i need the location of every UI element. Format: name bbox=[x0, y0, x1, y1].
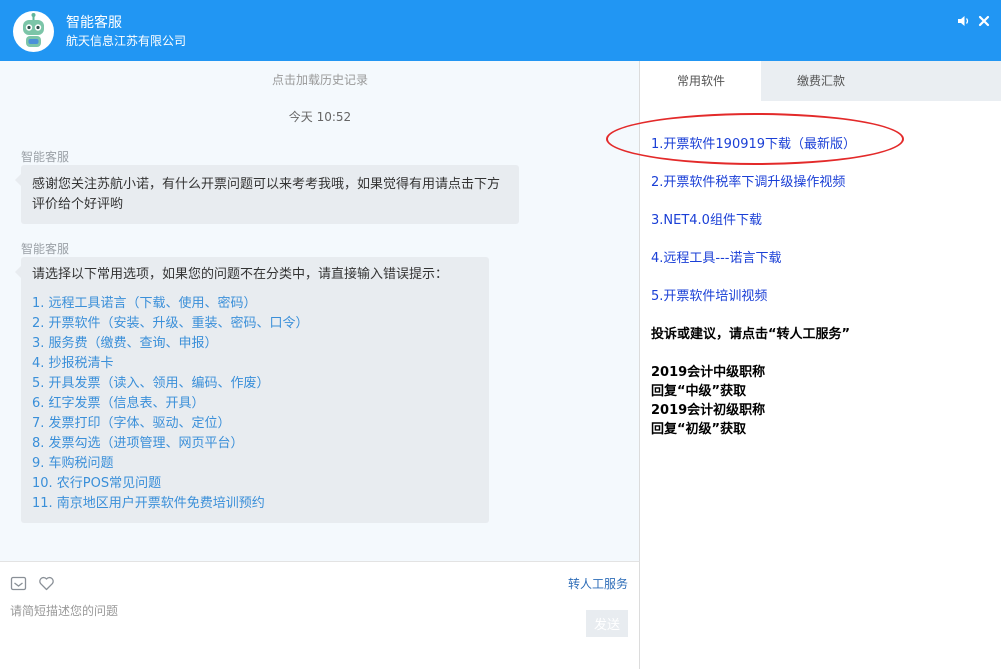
note-line: 2019会计初级职称 bbox=[651, 403, 766, 418]
company-name: 航天信息江苏有限公司 bbox=[66, 34, 187, 48]
message-text: 感谢您关注苏航小诺，有什么开票问题可以来考考我哦，如果觉得有用请点击下方评价给个… bbox=[32, 177, 501, 212]
link-training-video[interactable]: 5.开票软件培训视频 bbox=[651, 285, 767, 304]
close-icon[interactable] bbox=[977, 14, 991, 28]
link-remote-tool-download[interactable]: 4.远程工具---诺言下载 bbox=[651, 247, 781, 266]
message-sender: 智能客服 bbox=[21, 150, 70, 164]
rating-envelope-icon[interactable] bbox=[10, 575, 27, 592]
message-sender: 智能客服 bbox=[21, 242, 70, 256]
message-timestamp: 今天 10:52 bbox=[288, 110, 352, 124]
option-red-invoice[interactable]: 6. 红字发票（信息表、开具） bbox=[32, 394, 479, 414]
send-button[interactable]: 发送 bbox=[586, 610, 628, 637]
note-line: 2019会计中级职称 bbox=[651, 365, 766, 380]
message-composer: 转人工服务 发送 bbox=[0, 561, 640, 669]
options-bubble: 请选择以下常用选项，如果您的问题不在分类中，请直接输入错误提示： 1. 远程工具… bbox=[15, 257, 489, 523]
note-line: 回复“中级”获取 bbox=[651, 384, 747, 399]
option-invoice-check[interactable]: 8. 发票勾选（进项管理、网页平台） bbox=[32, 434, 479, 454]
chat-area[interactable]: 点击加载历史记录 今天 10:52 智能客服 感谢您关注苏航小诺，有什么开票问题… bbox=[0, 61, 640, 561]
option-abc-pos[interactable]: 10. 农行POS常见问题 bbox=[32, 474, 479, 494]
tab-common-software[interactable]: 常用软件 bbox=[641, 61, 761, 101]
heart-icon[interactable] bbox=[38, 575, 55, 592]
load-history-link[interactable]: 点击加载历史记录 bbox=[0, 71, 640, 88]
side-panel: 常用软件 缴费汇款 1.开票软件190919下载（最新版） 2.开票软件税率下调… bbox=[641, 61, 1001, 669]
link-software-download[interactable]: 1.开票软件190919下载（最新版） bbox=[651, 133, 856, 152]
robot-avatar bbox=[13, 11, 54, 52]
chat-title: 智能客服 bbox=[66, 15, 122, 31]
option-invoice-print[interactable]: 7. 发票打印（字体、驱动、定位） bbox=[32, 414, 479, 434]
options-intro: 请选择以下常用选项，如果您的问题不在分类中，请直接输入错误提示： bbox=[32, 267, 449, 282]
transfer-to-agent-link[interactable]: 转人工服务 bbox=[568, 575, 628, 592]
option-issue-invoice[interactable]: 5. 开具发票（读入、领用、编码、作废） bbox=[32, 374, 479, 394]
header-bar: 智能客服 航天信息江苏有限公司 bbox=[0, 0, 1001, 61]
option-vehicle-tax[interactable]: 9. 车购税问题 bbox=[32, 454, 479, 474]
link-tax-rate-video[interactable]: 2.开票软件税率下调升级操作视频 bbox=[651, 171, 845, 190]
option-nanjing-training[interactable]: 11. 南京地区用户开票软件免费培训预约 bbox=[32, 494, 479, 514]
option-tax-filing[interactable]: 4. 抄报税清卡 bbox=[32, 354, 479, 374]
message-input[interactable] bbox=[10, 602, 570, 662]
message-bubble: 感谢您关注苏航小诺，有什么开票问题可以来考考我哦，如果觉得有用请点击下方评价给个… bbox=[15, 165, 519, 224]
option-list: 1. 远程工具诺言（下载、使用、密码） 2. 开票软件（安装、升级、重装、密码、… bbox=[32, 294, 479, 514]
volume-icon[interactable] bbox=[957, 14, 971, 28]
option-remote-tool[interactable]: 1. 远程工具诺言（下载、使用、密码） bbox=[32, 294, 479, 314]
option-invoicing-software[interactable]: 2. 开票软件（安装、升级、重装、密码、口令） bbox=[32, 314, 479, 334]
option-service-fee[interactable]: 3. 服务费（缴费、查询、申报） bbox=[32, 334, 479, 354]
panel-tabs: 常用软件 缴费汇款 bbox=[641, 61, 1001, 101]
robot-icon bbox=[23, 13, 44, 47]
tab-payment-remittance[interactable]: 缴费汇款 bbox=[761, 61, 881, 101]
complaint-note: 投诉或建议，请点击“转人工服务” bbox=[651, 327, 851, 342]
note-line: 回复“初级”获取 bbox=[651, 422, 747, 437]
link-net4-download[interactable]: 3.NET4.0组件下载 bbox=[651, 209, 762, 228]
